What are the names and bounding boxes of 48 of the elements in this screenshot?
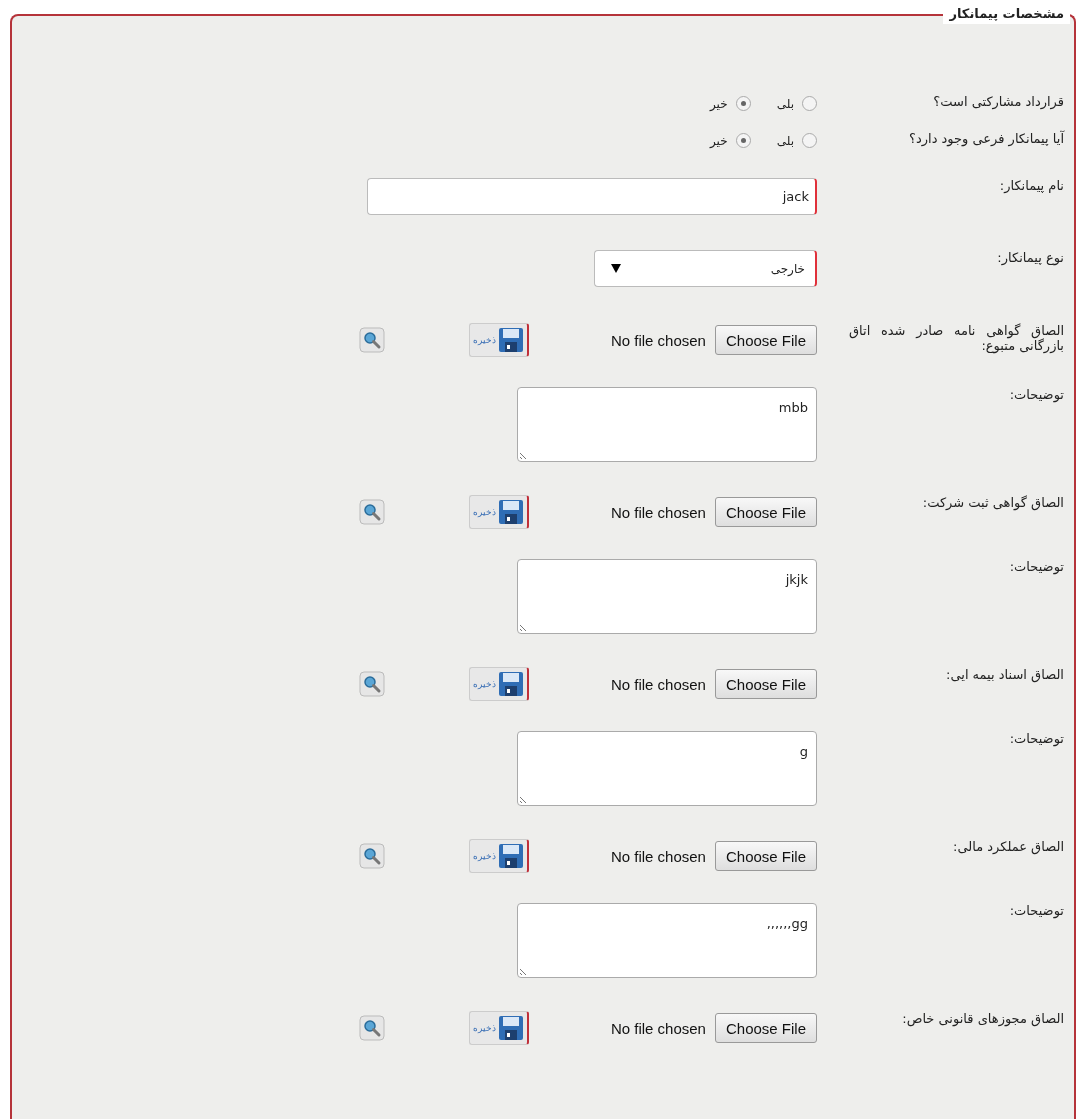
field-label: الصاق گواهی ثبت شرکت: [921, 495, 1064, 510]
radio-label: خیر [710, 133, 728, 148]
field-label: آیا پیمانکار فرعی وجود دارد؟ [908, 131, 1064, 146]
field-label: الصاق گواهی نامه صادر شده اتاق بازرگانی متبوع: [849, 323, 1064, 353]
description-field[interactable]: jkjk [517, 559, 817, 634]
description-field[interactable]: ,,,,,,gg [517, 903, 817, 978]
field-label: توضیحات: [1008, 559, 1064, 574]
file-status: No file chosen [610, 503, 706, 521]
choose-file-button[interactable]: Choose File [714, 1013, 817, 1043]
magnifier-icon[interactable] [358, 843, 385, 869]
field-label: قرارداد مشارکتی است؟ [932, 94, 1064, 109]
dropdown[interactable]: خارجی [594, 250, 817, 287]
field-label: توضیحات: [1008, 387, 1064, 402]
field-label: الصاق عملکرد مالی: [952, 839, 1064, 854]
radio-label: بلی [776, 96, 794, 111]
field-label: الصاق مجوزهای قانونی خاص: [901, 1011, 1064, 1026]
file-status: No file chosen [610, 1019, 706, 1037]
text-field[interactable]: jack [367, 178, 817, 215]
save-button[interactable]: ذخیره [468, 1011, 529, 1045]
field-label: توضیحات: [1008, 731, 1064, 746]
save-button[interactable]: ذخیره [468, 323, 529, 357]
radio-button[interactable] [735, 96, 751, 111]
magnifier-icon[interactable] [358, 499, 385, 525]
field-label: نوع پیمانکار: [996, 250, 1064, 265]
choose-file-button[interactable]: Choose File [714, 497, 817, 527]
radio-button[interactable] [802, 96, 817, 111]
save-button[interactable]: ذخیره [468, 495, 529, 529]
magnifier-icon[interactable] [358, 327, 385, 353]
radio-label: خیر [710, 96, 728, 111]
file-status: No file chosen [610, 847, 706, 865]
magnifier-icon[interactable] [358, 1015, 385, 1041]
field-label: توضیحات: [1008, 903, 1064, 918]
magnifier-icon[interactable] [358, 671, 385, 697]
choose-file-button[interactable]: Choose File [714, 325, 817, 355]
description-field[interactable]: mbb [517, 387, 817, 462]
description-field[interactable]: g [517, 731, 817, 806]
radio-label: بلی [776, 133, 794, 148]
choose-file-button[interactable]: Choose File [714, 669, 817, 699]
field-label: نام پیمانکار: [998, 178, 1064, 193]
radio-button[interactable] [735, 133, 751, 148]
save-button[interactable]: ذخیره [468, 839, 529, 873]
choose-file-button[interactable]: Choose File [714, 841, 817, 871]
caret-icon [611, 264, 621, 273]
file-status: No file chosen [610, 675, 706, 693]
field-label: الصاق اسناد بیمه ایی: [945, 667, 1064, 682]
radio-button[interactable] [802, 133, 817, 148]
save-button[interactable]: ذخیره [468, 667, 529, 701]
file-status: No file chosen [610, 331, 706, 349]
